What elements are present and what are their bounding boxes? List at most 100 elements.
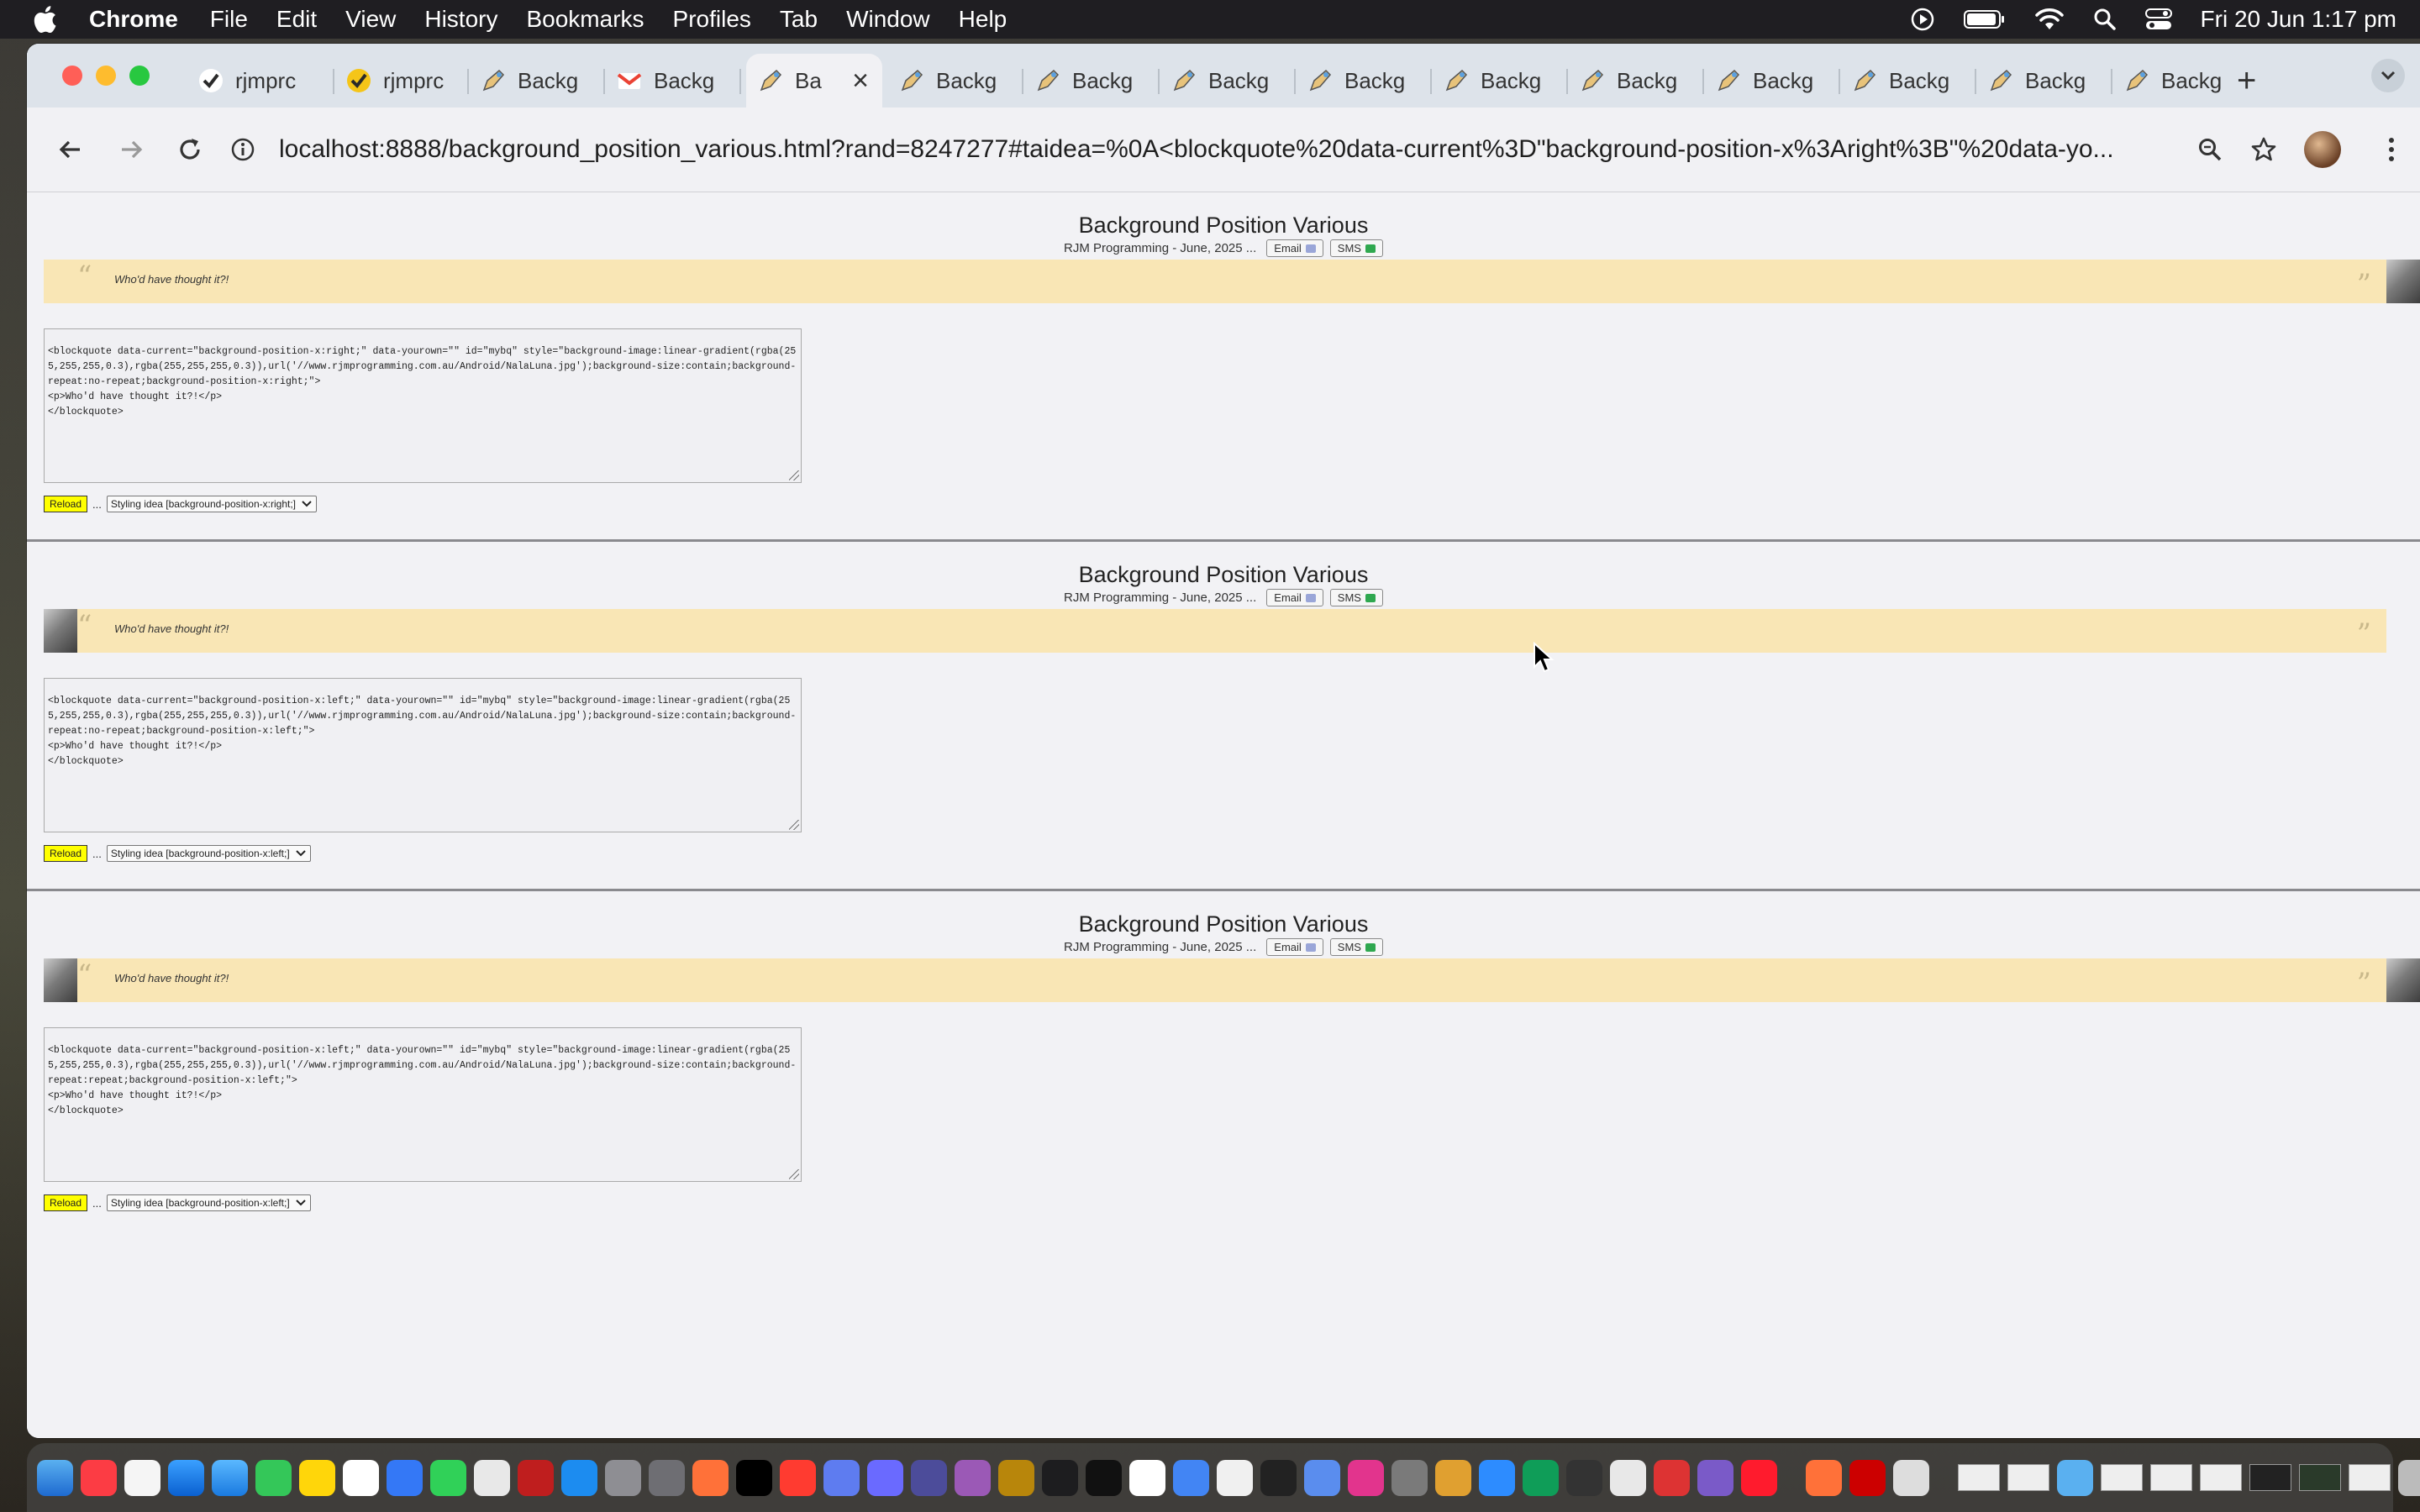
finder-icon[interactable] (37, 1459, 73, 1496)
firefox-icon[interactable] (692, 1459, 729, 1496)
menu-window[interactable]: Window (846, 6, 930, 33)
tab-13[interactable]: Backg (1840, 54, 1976, 108)
mail-icon[interactable] (212, 1459, 248, 1496)
tab-4[interactable]: Backg (605, 54, 741, 108)
tab-2[interactable]: rjmprc (334, 54, 469, 108)
safari-icon[interactable] (168, 1459, 204, 1496)
minimized-window[interactable] (2299, 1464, 2341, 1491)
close-tab-icon[interactable]: × (852, 65, 869, 97)
freeform-icon[interactable] (343, 1459, 379, 1496)
terminal-icon[interactable] (1086, 1459, 1122, 1496)
android-studio-icon[interactable] (1523, 1459, 1559, 1496)
activity-icon[interactable] (1042, 1459, 1078, 1496)
zoom-icon[interactable] (1479, 1459, 1515, 1496)
firefox-dev-icon[interactable] (1806, 1459, 1842, 1496)
code-textarea[interactable]: <blockquote data-current="background-pos… (44, 678, 802, 832)
tab-3[interactable]: Backg (469, 54, 605, 108)
intellij-icon[interactable] (1348, 1459, 1384, 1496)
menu-tab[interactable]: Tab (780, 6, 818, 33)
console-icon[interactable] (1260, 1459, 1297, 1496)
tab-7[interactable]: Backg (1023, 54, 1160, 108)
control-center-icon[interactable] (2144, 8, 2172, 31)
sms-button[interactable]: SMS (1329, 938, 1383, 956)
minimized-window[interactable] (1958, 1464, 2000, 1491)
new-tab-plus-icon[interactable]: + (2237, 62, 2256, 100)
menu-file[interactable]: File (210, 6, 248, 33)
play-status-icon[interactable] (1910, 7, 1935, 32)
tab-search-chevron-icon[interactable] (2371, 59, 2405, 92)
wifi-icon[interactable] (2034, 8, 2065, 31)
podcasts-icon[interactable] (955, 1459, 991, 1496)
app-store-grid-icon[interactable] (387, 1459, 423, 1496)
sms-button[interactable]: SMS (1329, 589, 1383, 606)
code-textarea[interactable]: <blockquote data-current="background-pos… (44, 1027, 802, 1182)
tab-12[interactable]: Backg (1704, 54, 1840, 108)
tor-icon[interactable] (1697, 1459, 1733, 1496)
address-url-text[interactable]: localhost:8888/background_position_vario… (279, 135, 2195, 164)
address-bar[interactable]: localhost:8888/background_position_vario… (230, 121, 2281, 178)
kdenlive-icon[interactable] (1654, 1459, 1690, 1496)
archive-icon[interactable] (998, 1459, 1034, 1496)
gimp-icon[interactable] (649, 1459, 685, 1496)
reminders-icon[interactable] (124, 1459, 160, 1496)
resize-grip-icon[interactable] (789, 470, 799, 480)
reload-button[interactable]: Reload (44, 845, 88, 862)
email-button[interactable]: Email (1266, 589, 1323, 606)
trash-icon[interactable] (2398, 1459, 2420, 1496)
chrome-icon[interactable] (1173, 1459, 1209, 1496)
tab-8[interactable]: Backg (1160, 54, 1296, 108)
messages-icon[interactable] (255, 1459, 292, 1496)
tab-11[interactable]: Backg (1568, 54, 1704, 108)
code-textarea[interactable]: <blockquote data-current="background-pos… (44, 328, 802, 483)
styling-idea-select[interactable]: Styling idea [background-position-x:righ… (106, 496, 317, 512)
tab-10[interactable]: Backg (1432, 54, 1568, 108)
tab-6[interactable]: Backg (887, 54, 1023, 108)
tab-15[interactable]: Backg (2112, 54, 2230, 108)
window-close-button[interactable] (62, 66, 82, 86)
menu-history[interactable]: History (424, 6, 497, 33)
minimized-window[interactable] (2249, 1464, 2291, 1491)
tab-14[interactable]: Backg (1976, 54, 2112, 108)
file-icon[interactable] (474, 1459, 510, 1496)
inkscape-icon[interactable] (1566, 1459, 1602, 1496)
email-button[interactable]: Email (1266, 938, 1323, 956)
email-button[interactable]: Email (1266, 239, 1323, 257)
resize-grip-icon[interactable] (789, 1169, 799, 1179)
styling-idea-select[interactable]: Styling idea [background-position-x:left… (106, 845, 311, 862)
menu-bookmarks[interactable]: Bookmarks (526, 6, 644, 33)
reload-page-icon[interactable] (170, 129, 210, 170)
minimized-window[interactable] (2150, 1464, 2192, 1491)
tab-5-active[interactable]: Ba × (746, 54, 882, 108)
music-icon[interactable] (81, 1459, 117, 1496)
calculator-icon[interactable] (605, 1459, 641, 1496)
zoom-magnifier-icon[interactable] (2190, 129, 2230, 170)
netbeans-icon[interactable] (823, 1459, 860, 1496)
menubar-clock[interactable]: Fri 20 Jun 1:17 pm (2201, 6, 2396, 33)
menu-help[interactable]: Help (959, 6, 1007, 33)
bbedit-icon[interactable] (911, 1459, 947, 1496)
menu-edit[interactable]: Edit (276, 6, 317, 33)
minimized-window[interactable] (2200, 1464, 2242, 1491)
tab-9[interactable]: Backg (1296, 54, 1432, 108)
facetime-icon[interactable] (430, 1459, 466, 1496)
app-store-icon[interactable] (561, 1459, 597, 1496)
pencil-icon[interactable] (1893, 1459, 1929, 1496)
system-settings-icon[interactable] (1392, 1459, 1428, 1496)
minimized-window[interactable] (2007, 1464, 2049, 1491)
minimized-window[interactable] (2349, 1464, 2391, 1491)
folder-icon[interactable] (2057, 1459, 2093, 1496)
spotlight-search-icon[interactable] (2093, 8, 2117, 31)
pdf-icon[interactable] (1849, 1459, 1886, 1496)
minimized-window[interactable] (2101, 1464, 2143, 1491)
reload-button[interactable]: Reload (44, 1194, 88, 1211)
resize-grip-icon[interactable] (789, 820, 799, 830)
back-arrow-icon[interactable] (50, 129, 91, 170)
menu-app-chrome[interactable]: Chrome (89, 6, 178, 33)
filezilla-icon[interactable] (518, 1459, 554, 1496)
battery-icon[interactable] (1963, 8, 2006, 30)
preview-icon[interactable] (867, 1459, 903, 1496)
quicktime-icon[interactable] (1304, 1459, 1340, 1496)
forward-arrow-icon[interactable] (111, 129, 151, 170)
calendar-icon[interactable] (1129, 1459, 1165, 1496)
menu-profiles[interactable]: Profiles (673, 6, 751, 33)
